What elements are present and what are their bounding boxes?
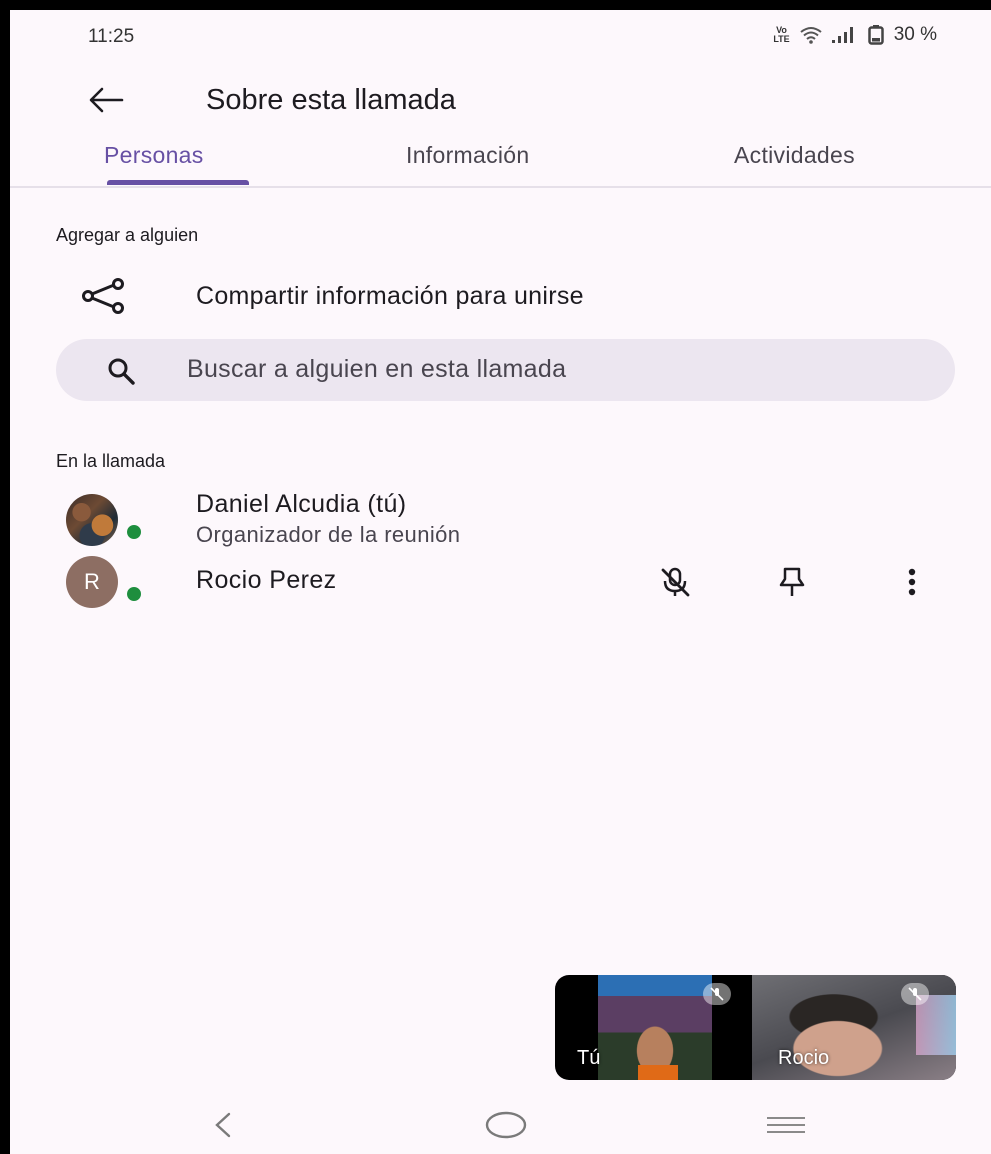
avatar [66,494,118,546]
more-options-button[interactable] [890,560,934,604]
battery-icon [867,25,884,45]
avatar: R [66,556,118,608]
participant-name: Rocio Perez [196,566,337,594]
top-app-bar: Sobre esta llamada [10,66,991,126]
pin-icon [779,567,805,596]
mic-off-icon [901,983,929,1005]
search-icon [108,358,135,385]
wifi-icon [800,27,822,44]
page-title: Sobre esta llamada [206,84,456,116]
share-label: Compartir información para unirse [196,282,584,310]
back-button[interactable] [82,78,130,122]
volte-icon: Vo LTE [773,25,790,44]
tab-personas[interactable]: Personas [104,142,204,169]
pin-participant-button[interactable] [770,560,814,604]
system-nav-bar [10,1100,991,1154]
tab-bar: Personas Información Actividades [10,136,991,188]
tab-informacion[interactable]: Información [406,142,529,169]
more-vert-icon [908,568,916,596]
online-status-dot [124,584,144,604]
share-join-info-button[interactable]: Compartir información para unirse [10,272,991,322]
arrow-back-icon [89,87,124,113]
mute-participant-button[interactable] [653,560,697,604]
self-tile-name: Tú [577,1047,601,1069]
participant-tile-name: Rocio [778,1047,830,1069]
participant-name: Daniel Alcudia (tú) [196,490,407,518]
share-icon [82,278,124,314]
signal-icon [831,27,853,43]
search-placeholder: Buscar a alguien en esta llamada [187,355,567,383]
nav-recents-icon [767,1117,805,1133]
nav-back-button[interactable] [193,1102,253,1148]
participant-role: Organizador de la reunión [196,522,461,547]
nav-home-icon [485,1111,527,1139]
video-tiles[interactable]: Tú Rocio [555,975,956,1080]
mic-off-icon [661,567,690,597]
status-icons: Vo LTE 30 % [773,24,937,46]
nav-back-icon [215,1112,231,1138]
nav-home-button[interactable] [476,1102,536,1148]
participant-row[interactable]: R Rocio Perez [10,556,991,612]
mic-off-icon [703,983,731,1005]
tab-actividades[interactable]: Actividades [734,142,855,169]
self-video-tile[interactable] [598,975,712,1080]
avatar-initial: R [84,569,100,594]
call-info-screen: 11:25 Vo LTE 30 % Sobre esta llamada Per… [10,10,991,1154]
add-section-label: Agregar a alguien [56,225,199,245]
search-input[interactable]: Buscar a alguien en esta llamada [56,339,955,401]
online-status-dot [124,522,144,542]
participant-row[interactable]: Daniel Alcudia (tú) Organizador de la re… [10,490,991,550]
battery-percent: 30 % [893,24,937,45]
in-call-label: En la llamada [56,451,166,471]
status-time: 11:25 [88,26,135,47]
nav-recents-button[interactable] [756,1102,816,1148]
status-bar: 11:25 Vo LTE 30 % [10,10,991,60]
tab-indicator [107,180,249,185]
